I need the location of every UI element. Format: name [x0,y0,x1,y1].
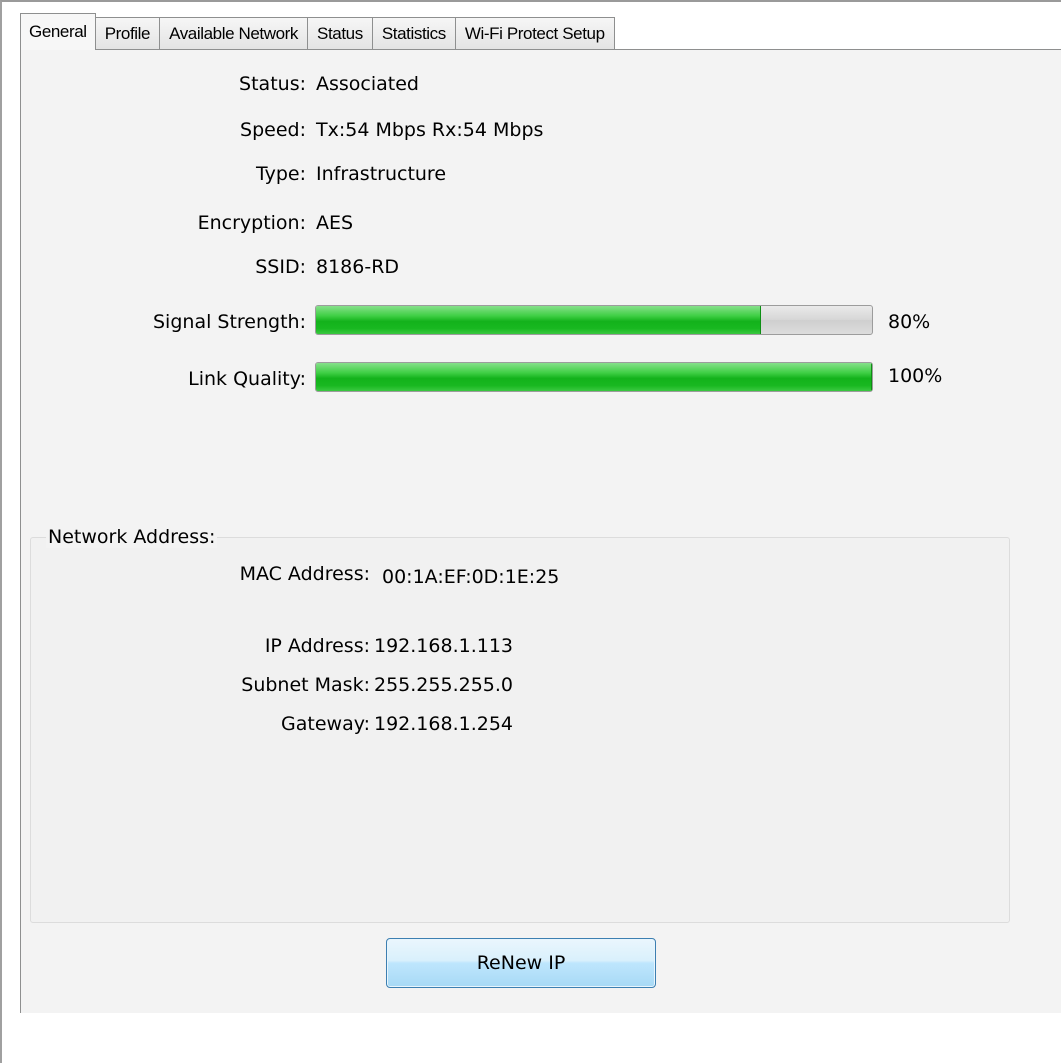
tab-available-network[interactable]: Available Network [160,17,309,50]
tab-profile[interactable]: Profile [95,17,161,50]
status-label: Status: [239,73,306,95]
ip-address-label: IP Address: [264,635,370,657]
speed-value: Tx:54 Mbps Rx:54 Mbps [316,119,544,141]
signal-strength-label: Signal Strength: [153,311,306,333]
subnet-mask-value: 255.255.255.0 [374,674,514,696]
encryption-value: AES [316,212,354,234]
encryption-label: Encryption: [197,212,306,234]
ssid-value: 8186-RD [316,256,400,278]
signal-strength-percent: 80% [888,311,931,333]
link-quality-bar [315,362,873,392]
link-quality-label: Link Quality: [188,368,306,390]
signal-strength-fill [316,306,761,334]
link-quality-percent: 100% [888,365,943,387]
signal-strength-bar [315,305,873,335]
type-label: Type: [255,163,306,185]
gateway-label: Gateway: [281,713,370,735]
mac-address-label: MAC Address: [239,563,370,585]
link-quality-fill [316,363,872,391]
tab-strip: General Profile Available Network Status… [20,13,615,50]
tab-wifi-protect-setup[interactable]: Wi-Fi Protect Setup [455,17,615,50]
type-value: Infrastructure [316,163,447,185]
tab-statistics[interactable]: Statistics [372,17,456,50]
window-bottom-edge [20,1013,1061,1063]
network-address-title: Network Address: [46,526,218,548]
speed-label: Speed: [240,119,306,141]
tab-status[interactable]: Status [308,17,373,50]
gateway-value: 192.168.1.254 [374,713,514,735]
ip-address-value: 192.168.1.113 [374,635,514,657]
status-value: Associated [316,73,419,95]
mac-address-value: 00:1A:EF:0D:1E:25 [382,566,560,588]
ssid-label: SSID: [255,256,306,278]
subnet-mask-label: Subnet Mask: [241,674,370,696]
tab-general[interactable]: General [20,13,96,50]
renew-ip-button[interactable]: ReNew IP [386,938,656,988]
